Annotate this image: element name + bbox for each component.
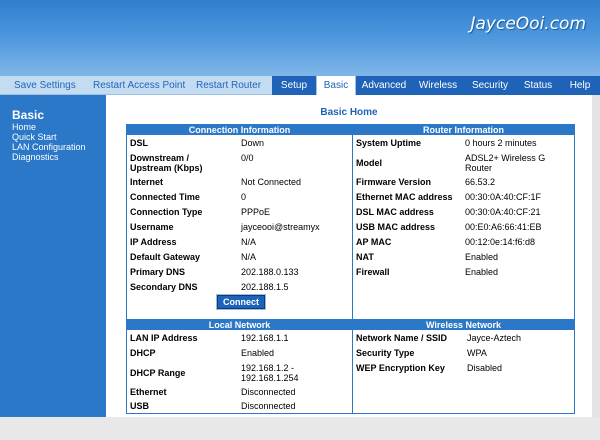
info-value: Enabled bbox=[465, 252, 499, 262]
main-tabs: Setup Basic Advanced Wireless Security S… bbox=[272, 76, 600, 95]
info-label: WEP Encryption Key bbox=[356, 363, 445, 373]
info-label: USB MAC address bbox=[356, 222, 436, 232]
panel-header: Wireless Network bbox=[353, 320, 574, 330]
info-label: Security Type bbox=[356, 348, 415, 358]
wireless-network-panel: Wireless Network Network Name / SSID Jayc… bbox=[352, 319, 575, 414]
info-label: DHCP bbox=[130, 348, 156, 358]
panel-header: Local Network bbox=[127, 320, 352, 330]
sidebar-item-quick-start[interactable]: Quick Start bbox=[12, 132, 106, 142]
restart-router-link[interactable]: Restart Router bbox=[196, 76, 261, 95]
info-label: Ethernet MAC address bbox=[356, 192, 453, 202]
info-label: Connected Time bbox=[130, 192, 200, 202]
page-title: Basic Home bbox=[320, 107, 378, 118]
info-value: Enabled bbox=[465, 267, 499, 277]
info-label: DHCP Range bbox=[130, 368, 186, 378]
info-value: 202.188.0.133 bbox=[241, 267, 299, 277]
watermark-text: JayceOoi.com bbox=[470, 14, 586, 34]
info-label: Username bbox=[130, 222, 174, 232]
info-label: DSL MAC address bbox=[356, 207, 434, 217]
info-value: 202.188.1.5 bbox=[241, 282, 289, 292]
info-label: Network Name / SSID bbox=[356, 333, 448, 343]
info-value: Enabled bbox=[241, 348, 275, 358]
info-value: N/A bbox=[241, 237, 257, 247]
sidebar-item-diagnostics[interactable]: Diagnostics bbox=[12, 152, 106, 162]
header-banner: JayceOoi.com bbox=[0, 0, 600, 76]
local-network-panel: Local Network LAN IP Address 192.168.1.1 … bbox=[126, 319, 353, 414]
info-label: Model bbox=[356, 158, 382, 168]
info-label: Connection Type bbox=[130, 207, 203, 217]
panel-header: Connection Information bbox=[127, 125, 352, 135]
info-value: Disabled bbox=[467, 363, 503, 373]
tab-advanced[interactable]: Advanced bbox=[356, 76, 412, 95]
info-value: WPA bbox=[467, 348, 487, 358]
info-value: 00:12:0e:14:f6:d8 bbox=[465, 237, 536, 247]
info-label: Secondary DNS bbox=[130, 282, 198, 292]
info-value: 0 bbox=[241, 192, 247, 202]
info-value: 0 hours 2 minutes bbox=[465, 138, 537, 148]
info-label: Firewall bbox=[356, 267, 390, 277]
tab-security[interactable]: Security bbox=[464, 76, 516, 95]
save-settings-link[interactable]: Save Settings bbox=[14, 76, 76, 95]
info-value: 00:E0:A6:66:41:EB bbox=[465, 222, 542, 232]
tab-wireless[interactable]: Wireless bbox=[412, 76, 464, 95]
tab-basic[interactable]: Basic bbox=[316, 76, 356, 95]
top-navbar: Save Settings Restart Access Point Resta… bbox=[0, 76, 600, 95]
info-label: NAT bbox=[356, 252, 374, 262]
info-label: LAN IP Address bbox=[130, 333, 198, 343]
info-value: ADSL2+ Wireless G Router bbox=[465, 153, 546, 173]
sidebar-item-lan-configuration[interactable]: LAN Configuration bbox=[12, 142, 106, 152]
info-value: 00:30:0A:40:CF:1F bbox=[465, 192, 542, 202]
tab-help[interactable]: Help bbox=[560, 76, 600, 95]
info-value: Not Connected bbox=[241, 177, 302, 187]
info-label: System Uptime bbox=[356, 138, 422, 148]
main-content: Basic Home Connection Information DSL Dow… bbox=[106, 95, 592, 417]
info-value: N/A bbox=[241, 252, 257, 262]
router-information-panel: Router Information System Uptime 0 hours … bbox=[352, 124, 575, 320]
info-value: 192.168.1.2 - 192.168.1.254 bbox=[241, 363, 299, 383]
sidebar: Basic Home Quick Start LAN Configuration… bbox=[0, 95, 106, 417]
footer-strip bbox=[0, 417, 600, 440]
info-label: Primary DNS bbox=[130, 267, 186, 277]
info-label: DSL bbox=[130, 138, 148, 148]
info-value: Disconnected bbox=[241, 387, 296, 397]
tab-status[interactable]: Status bbox=[516, 76, 560, 95]
info-value: jayceooi@streamyx bbox=[241, 222, 320, 232]
restart-access-point-link[interactable]: Restart Access Point bbox=[93, 76, 185, 95]
info-label: Default Gateway bbox=[130, 252, 201, 262]
info-label: Downstream / Upstream (Kbps) bbox=[130, 153, 203, 173]
sidebar-item-home[interactable]: Home bbox=[12, 122, 106, 132]
connection-information-panel: Connection Information DSL Down Downstrea… bbox=[126, 124, 353, 320]
info-value: 0/0 bbox=[241, 153, 254, 163]
info-label: USB bbox=[130, 401, 150, 411]
info-value: 66.53.2 bbox=[465, 177, 496, 187]
info-value: Disconnected bbox=[241, 401, 296, 411]
info-value: 192.168.1.1 bbox=[241, 333, 289, 343]
tab-setup[interactable]: Setup bbox=[272, 76, 316, 95]
right-margin bbox=[592, 95, 600, 417]
connect-button[interactable]: Connect bbox=[216, 294, 266, 310]
info-label: Ethernet bbox=[130, 387, 167, 397]
info-label: Internet bbox=[130, 177, 164, 187]
info-value: Down bbox=[241, 138, 265, 148]
info-value: 00:30:0A:40:CF:21 bbox=[465, 207, 541, 217]
info-label: IP Address bbox=[130, 237, 177, 247]
info-value: PPPoE bbox=[241, 207, 271, 217]
info-label: Firmware Version bbox=[356, 177, 432, 187]
info-label: AP MAC bbox=[356, 237, 392, 247]
sidebar-title: Basic bbox=[12, 108, 45, 122]
info-value: Jayce-Aztech bbox=[467, 333, 522, 343]
panel-header: Router Information bbox=[353, 125, 574, 135]
